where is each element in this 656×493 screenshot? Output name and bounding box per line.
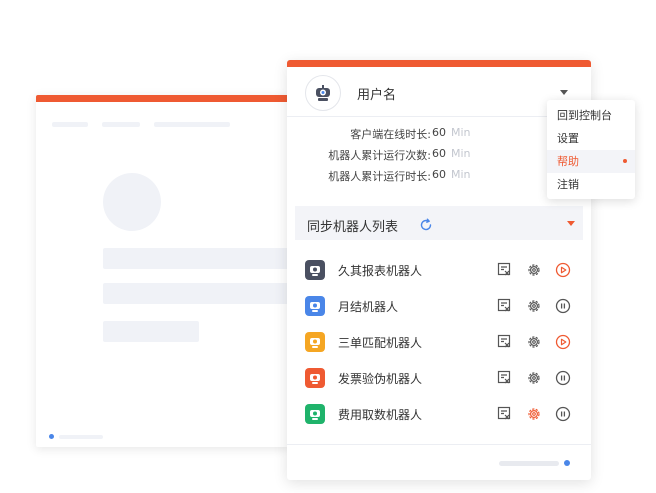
menu-item-label: 注销: [557, 178, 579, 191]
gear-icon[interactable]: [525, 261, 542, 278]
placeholder-bar: [102, 122, 140, 127]
placeholder-bar: [154, 122, 230, 127]
stat-value: 60: [432, 126, 446, 139]
placeholder-block: [103, 321, 199, 342]
robot-icon: [305, 260, 325, 280]
avatar[interactable]: [305, 75, 341, 111]
stat-row: 客户端在线时长: 60 Min: [287, 126, 591, 144]
stat-row: 机器人累计运行时长: 60 Min: [287, 168, 591, 186]
placeholder-block: [103, 283, 290, 304]
robot-icon: [305, 332, 325, 352]
stat-label: 机器人累计运行次数:: [328, 149, 431, 162]
gear-icon[interactable]: [525, 333, 542, 350]
robot-row: 发票验伪机器人: [287, 366, 591, 390]
log-icon[interactable]: [496, 405, 513, 422]
background-window: [36, 95, 290, 447]
placeholder-block: [103, 248, 290, 269]
menu-item-logout[interactable]: 注销: [547, 173, 635, 196]
robot-icon: [305, 404, 325, 424]
stat-unit: Min: [451, 126, 471, 139]
robot-avatar-icon: [316, 85, 330, 101]
robot-name: 发票验伪机器人: [338, 372, 423, 386]
stat-unit: Min: [451, 147, 471, 160]
pause-icon[interactable]: [554, 369, 571, 386]
chevron-down-icon[interactable]: [560, 90, 568, 95]
play-icon[interactable]: [554, 333, 571, 350]
menu-item-label: 回到控制台: [557, 109, 612, 122]
status-dot: [49, 434, 54, 439]
active-dot: [623, 159, 627, 163]
robot-row: 三单匹配机器人: [287, 330, 591, 354]
chevron-down-icon[interactable]: [567, 221, 575, 226]
stat-value: 60: [432, 147, 446, 160]
menu-item-label: 设置: [557, 132, 579, 145]
robot-name: 月结机器人: [338, 300, 399, 314]
robot-row: 月结机器人: [287, 294, 591, 318]
robot-name: 三单匹配机器人: [338, 336, 423, 350]
robot-list-header[interactable]: 同步机器人列表: [295, 206, 583, 240]
log-icon[interactable]: [496, 297, 513, 314]
refresh-icon[interactable]: [419, 217, 433, 236]
menu-item-settings[interactable]: 设置: [547, 127, 635, 150]
robot-icon: [305, 296, 325, 316]
placeholder-bar: [59, 435, 103, 439]
panel-topbar: [287, 60, 591, 67]
stat-value: 60: [432, 168, 446, 181]
placeholder-bar: [52, 122, 88, 127]
gear-icon[interactable]: [525, 405, 542, 422]
footer-placeholder: [499, 461, 559, 466]
robot-name: 久其报表机器人: [338, 264, 423, 278]
menu-item-console[interactable]: 回到控制台: [547, 104, 635, 127]
stat-label: 机器人累计运行时长:: [328, 170, 431, 183]
robot-row: 费用取数机器人: [287, 402, 591, 426]
stat-unit: Min: [451, 168, 471, 181]
placeholder-avatar: [103, 173, 161, 231]
menu-item-help[interactable]: 帮助: [547, 150, 635, 173]
status-dot: [564, 460, 570, 466]
stat-label: 客户端在线时长:: [350, 128, 431, 141]
user-header[interactable]: 用户名: [287, 67, 591, 117]
log-icon[interactable]: [496, 261, 513, 278]
background-window-topbar: [36, 95, 290, 102]
gear-icon[interactable]: [525, 297, 542, 314]
robot-list-title: 同步机器人列表: [307, 220, 399, 235]
robot-name: 费用取数机器人: [338, 408, 423, 422]
robot-icon: [305, 368, 325, 388]
gear-icon[interactable]: [525, 369, 542, 386]
user-dropdown-menu: 回到控制台 设置 帮助 注销: [547, 100, 635, 199]
pause-icon[interactable]: [554, 297, 571, 314]
play-icon[interactable]: [554, 261, 571, 278]
footer-divider: [287, 444, 591, 445]
pause-icon[interactable]: [554, 405, 571, 422]
log-icon[interactable]: [496, 369, 513, 386]
username: 用户名: [357, 88, 397, 103]
robot-panel: 用户名 客户端在线时长: 60 Min 机器人累计运行次数: 60 Min 机器…: [287, 60, 591, 480]
menu-item-label: 帮助: [557, 155, 579, 168]
stat-row: 机器人累计运行次数: 60 Min: [287, 147, 591, 165]
log-icon[interactable]: [496, 333, 513, 350]
robot-row: 久其报表机器人: [287, 258, 591, 282]
